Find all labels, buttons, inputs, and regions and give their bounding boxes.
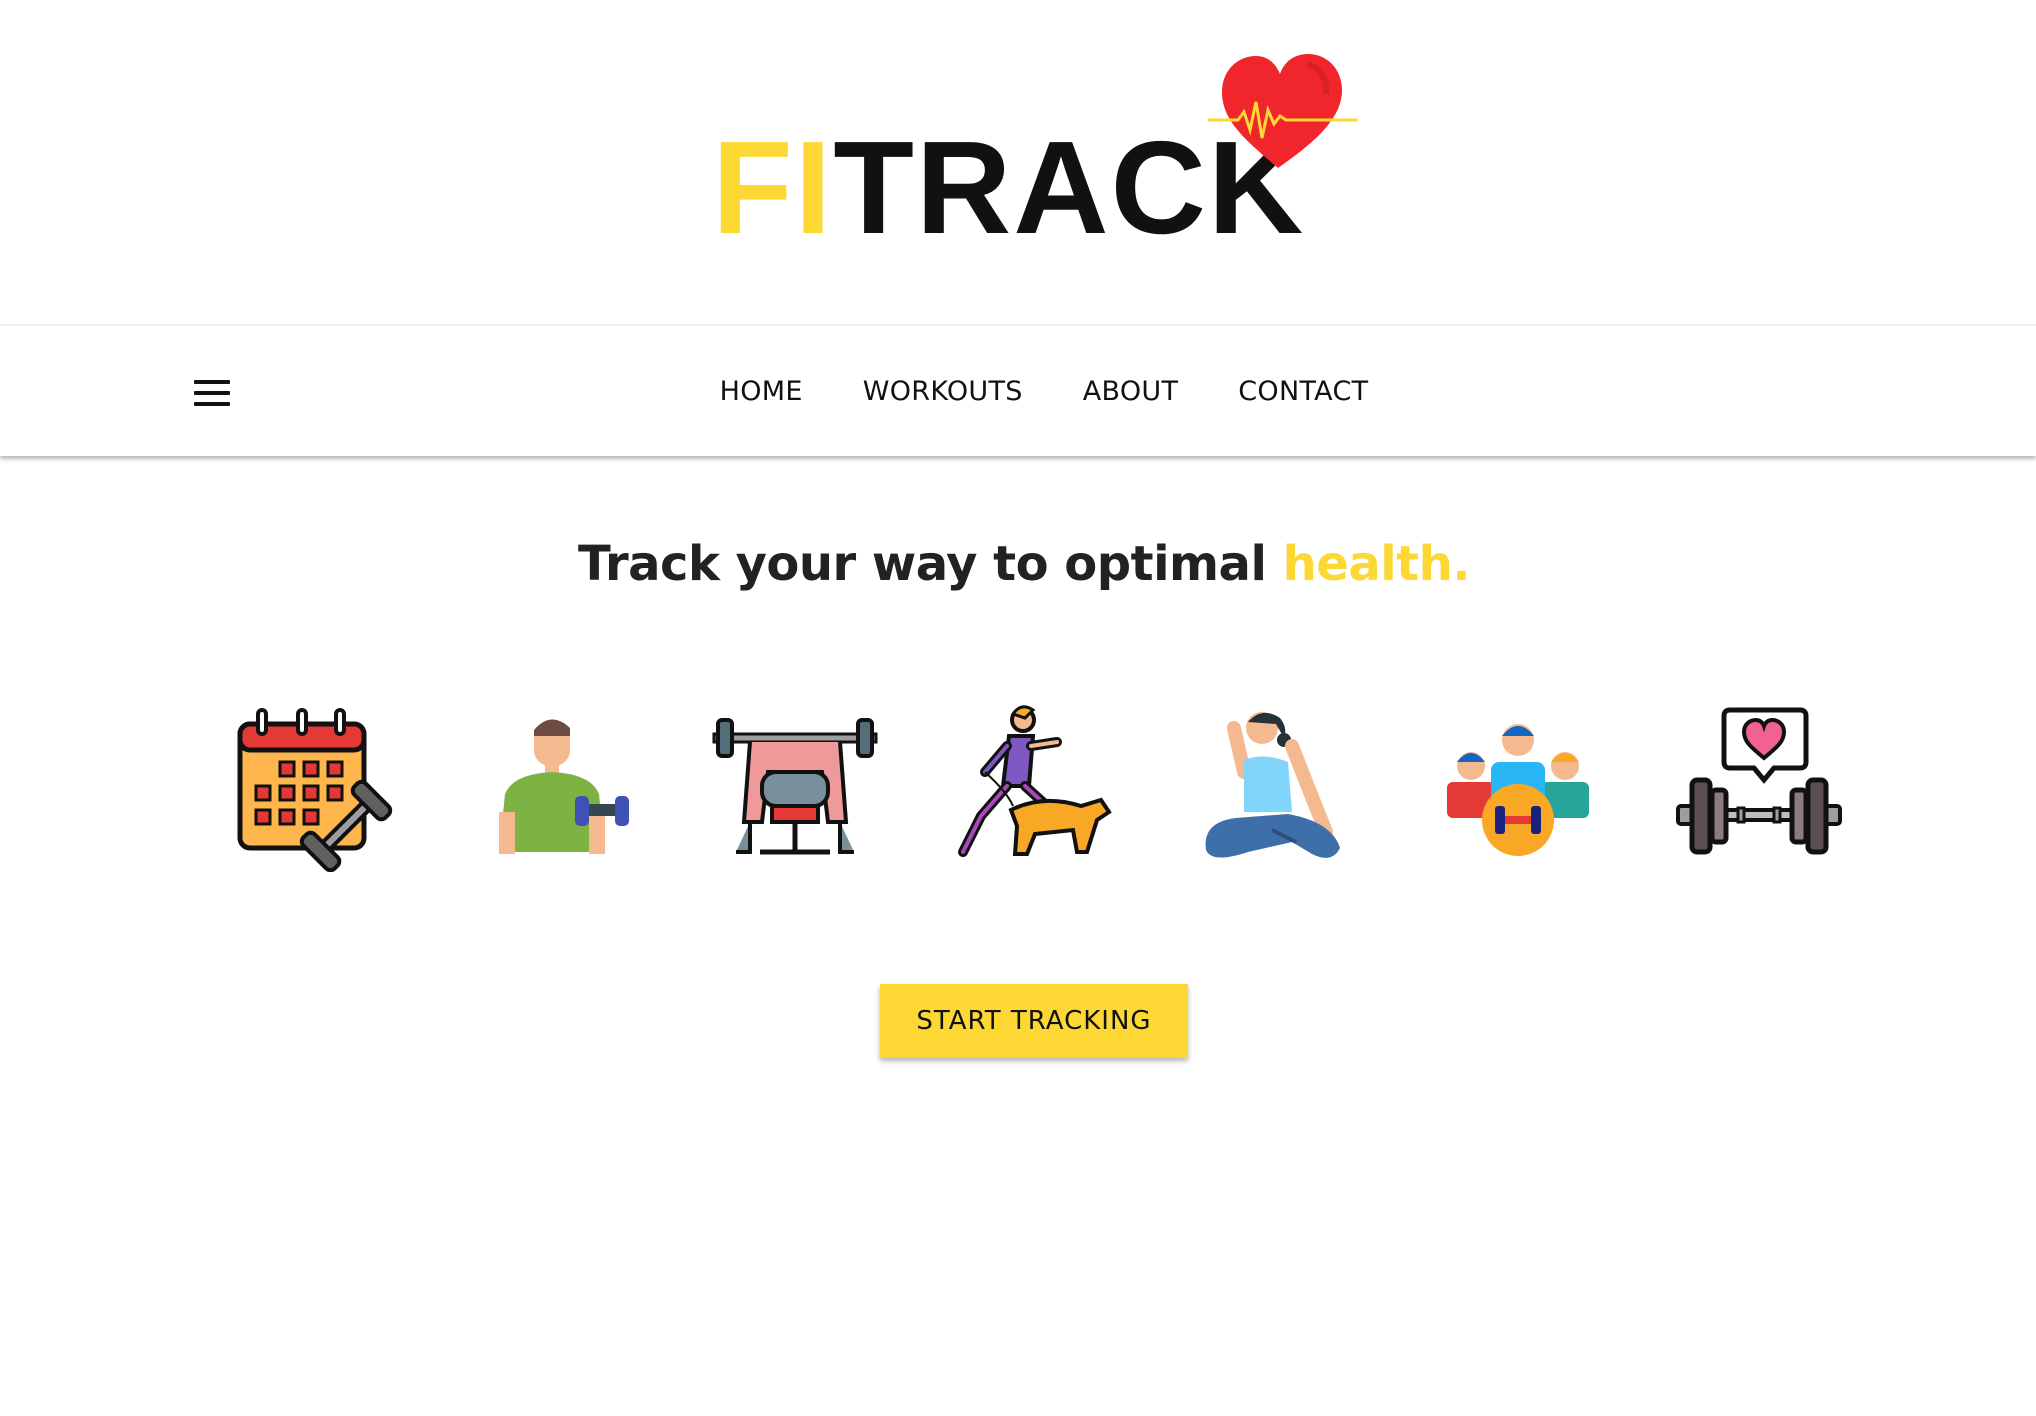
bench-press-icon [710, 702, 880, 872]
woman-running-with-dog-icon [951, 702, 1121, 872]
heart-pulse-icon [1208, 54, 1358, 168]
main-navbar: HOME WORKOUTS ABOUT CONTACT [0, 324, 2036, 456]
yoga-pose-icon [1192, 702, 1362, 872]
group-fitness-icon [1433, 702, 1603, 872]
man-lifting-dumbbell-icon [469, 702, 639, 872]
fitness-icons-row [200, 702, 1860, 872]
start-tracking-button[interactable]: START TRACKING [880, 984, 1188, 1058]
nav-link-workouts[interactable]: WORKOUTS [863, 376, 1023, 407]
nav-link-home[interactable]: HOME [720, 376, 803, 407]
tagline-accent: health. [1282, 536, 1471, 592]
nav-link-contact[interactable]: CONTACT [1238, 376, 1368, 407]
hero-tagline: Track your way to optimal health. [0, 536, 2036, 592]
tagline-main: Track your way to optimal [577, 536, 1283, 592]
logo-fi: FI [712, 114, 834, 261]
barbell-heart-icon [1674, 702, 1844, 872]
nav-link-about[interactable]: ABOUT [1083, 376, 1179, 407]
header: FITRACK [0, 0, 2036, 322]
calendar-dumbbell-icon [228, 702, 398, 872]
nav-links: HOME WORKOUTS ABOUT CONTACT [0, 326, 2036, 456]
